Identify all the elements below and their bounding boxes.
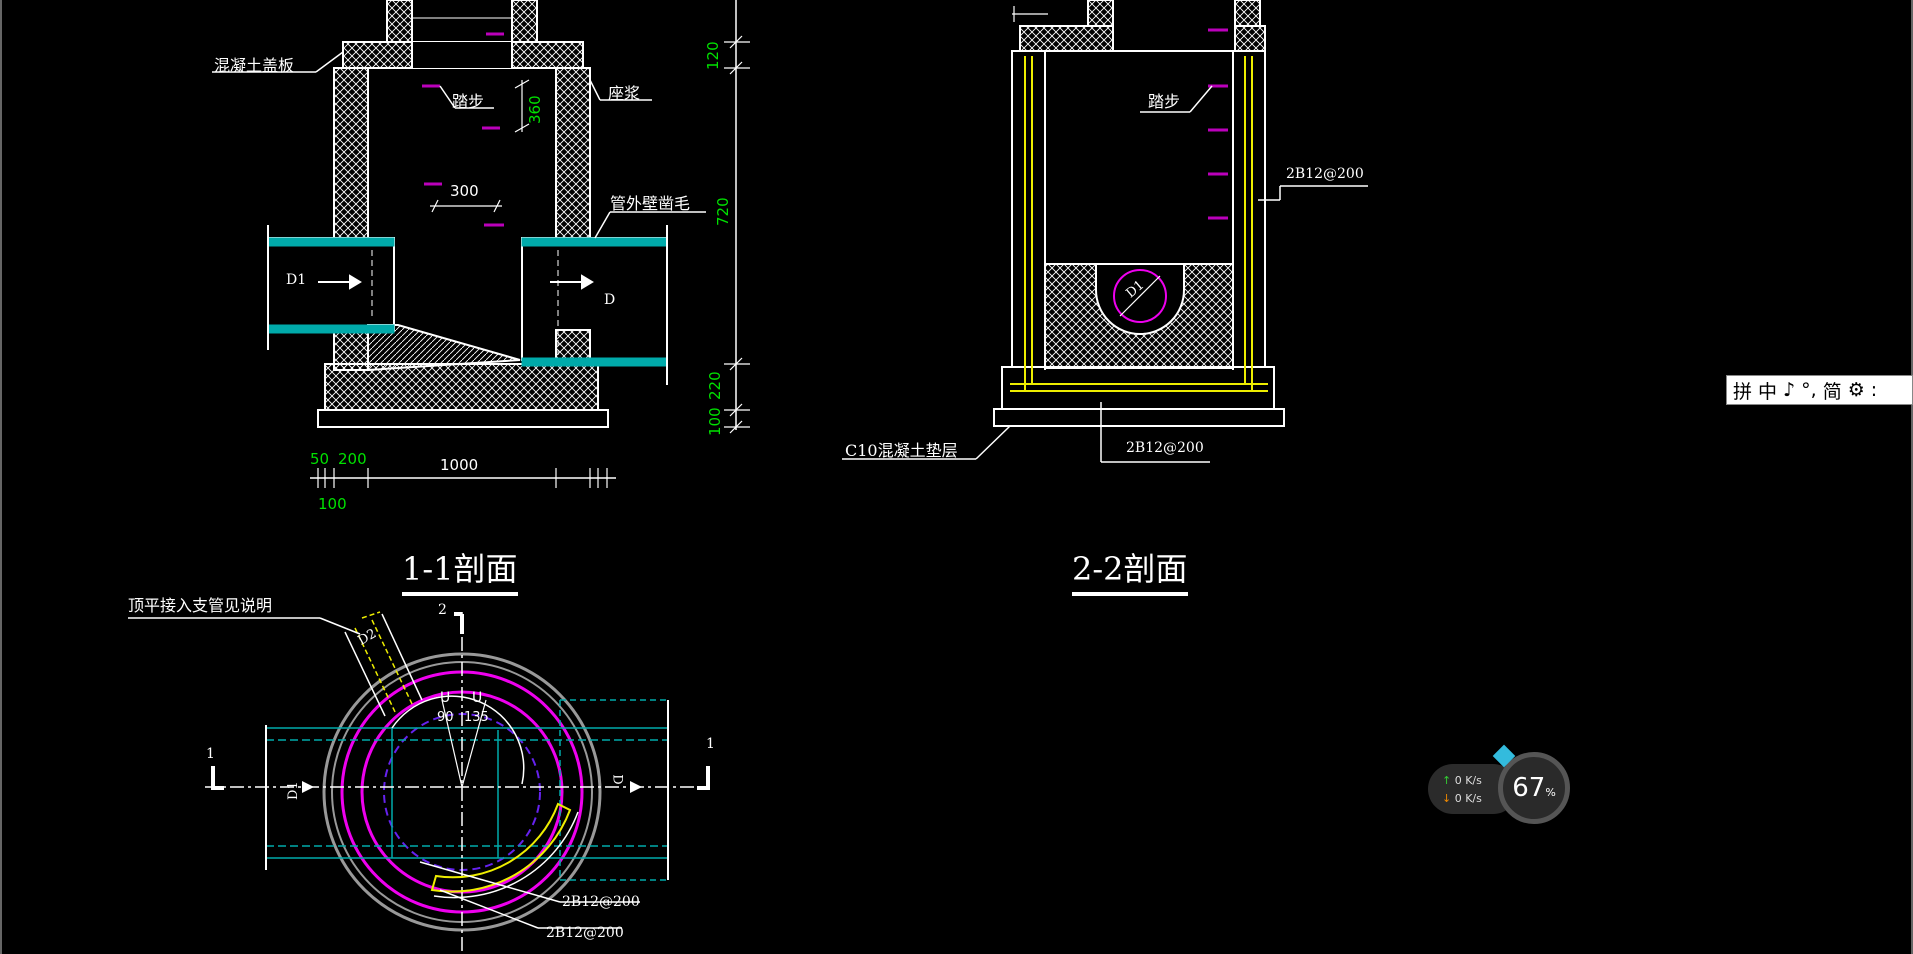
- download-unit: K/s: [1465, 792, 1482, 805]
- label-rebar-base: 2B12@200: [1126, 440, 1204, 456]
- upload-arrow-icon: ↑: [1442, 774, 1452, 787]
- label-cushion: C10混凝土垫层: [845, 441, 958, 460]
- label-rebar-wall: 2B12@200: [1286, 166, 1364, 182]
- label-outlet-d: D: [604, 292, 616, 308]
- label-mortar: 座浆: [608, 84, 641, 103]
- ime-more-icon[interactable]: :: [1871, 379, 1877, 401]
- dim-inner-width: 1000: [440, 456, 479, 474]
- download-speed: 0: [1454, 792, 1462, 805]
- ime-simplified-button[interactable]: 简: [1823, 377, 1842, 404]
- memory-usage-ring[interactable]: 67 %: [1498, 752, 1570, 824]
- svg-text:U: U: [472, 690, 482, 706]
- usage-percent-sign: %: [1545, 785, 1556, 799]
- ime-toolbar[interactable]: 拼 中 ♪ °, 简 ⚙ :: [1726, 375, 1913, 405]
- svg-text:U: U: [440, 690, 450, 706]
- label-angle-135: 135: [464, 710, 489, 725]
- label-cover-slab: 混凝土盖板: [214, 56, 295, 75]
- dim-200: 200: [338, 450, 367, 468]
- label-angle-90: 90: [437, 710, 454, 725]
- upload-speed: 0: [1454, 774, 1462, 787]
- cut-marker-2: 2: [438, 602, 447, 618]
- ime-moon-icon[interactable]: ♪: [1783, 379, 1795, 401]
- ime-punctuation-button[interactable]: °,: [1801, 379, 1817, 401]
- dim-100: 100: [318, 495, 347, 513]
- upload-unit: K/s: [1465, 774, 1482, 787]
- section-2-title: 2-2剖面: [1072, 544, 1188, 596]
- label-inlet-d1: D1: [286, 272, 307, 288]
- label-plan-outlet: D: [609, 774, 625, 785]
- dim-50: 50: [310, 450, 330, 468]
- label-plan-inlet: D1: [286, 781, 301, 800]
- label-pipe-roughen: 管外壁凿毛: [610, 194, 691, 213]
- section-2-2-drawing: [842, 0, 1368, 463]
- ime-chinese-mode-button[interactable]: 中: [1758, 377, 1777, 404]
- ime-settings-icon[interactable]: ⚙: [1848, 379, 1865, 401]
- label-plan-rebar-2: 2B12@200: [546, 925, 624, 941]
- dim-step-width: 300: [450, 182, 479, 200]
- usage-percent: 67: [1512, 773, 1546, 803]
- cut-marker-1-left: 1: [206, 746, 215, 762]
- label-step-2: 踏步: [1148, 92, 1181, 111]
- dim-mid-height: 720: [714, 197, 732, 226]
- dim-base-thk: 220: [706, 371, 724, 400]
- section-1-title: 1-1剖面: [402, 544, 518, 596]
- download-arrow-icon: ↓: [1442, 792, 1452, 805]
- cad-drawing-canvas[interactable]: U U: [0, 0, 1913, 954]
- cut-marker-1-right: 1: [706, 736, 715, 752]
- dim-cushion-thk: 100: [706, 407, 724, 436]
- ime-pinyin-icon[interactable]: 拼: [1733, 377, 1752, 404]
- label-plan-rebar-1: 2B12@200: [562, 894, 640, 910]
- label-branch-note: 顶平接入支管见说明: [128, 596, 273, 615]
- dim-cover-thk: 120: [704, 41, 722, 70]
- label-step-1: 踏步: [452, 92, 485, 111]
- dim-step-spacing: 360: [526, 95, 544, 124]
